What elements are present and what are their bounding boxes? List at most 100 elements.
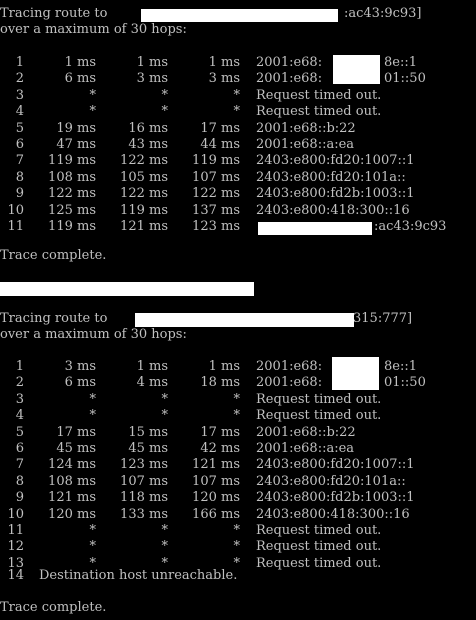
rtt-3: 107 ms [192,169,240,185]
hop-address: 2001:e68::b:22 [256,424,356,440]
hop-address: Request timed out. [256,87,382,103]
hop-address: 2001:e68: [256,55,323,70]
hop-address: 2403:e800:fd20:101a:: [256,169,406,185]
hop-number: 11 [7,219,24,234]
rtt-3: 44 ms [200,137,240,152]
hop-address: Request timed out. [256,555,382,571]
rtt-1: 121 ms [48,490,96,506]
hop-number: 5 [15,424,24,440]
rtt-1: 17 ms [56,424,96,440]
hop-number: 1 [15,359,24,374]
rtt-2: 16 ms [128,120,168,136]
rtt-2: 45 ms [128,441,168,456]
rtt-3: 120 ms [192,490,240,506]
rtt-1: 119 ms [48,153,96,169]
rtt-3: 18 ms [200,375,240,391]
rtt-1: 120 ms [48,506,96,522]
hop-number: 9 [15,186,24,202]
rtt-1: 124 ms [48,457,96,473]
hop-number: 10 [7,506,24,522]
rtt-3: 121 ms [192,457,240,473]
hop-address: 2001:e68::a:ea [256,441,355,456]
rtt-2: * [161,87,169,103]
rtt-1: 125 ms [48,202,96,218]
rtt-1: 6 ms [64,375,96,391]
rtt-3: 3 ms [208,71,240,87]
hop-address-tail: 01::50 [384,375,426,391]
rtt-2: 107 ms [120,473,168,489]
trace2-header-prefix: Tracing route to [0,311,108,326]
rtt-3: * [233,104,241,120]
rtt-2: * [161,523,169,538]
hop-number: 3 [15,391,24,407]
rtt-2: 1 ms [136,359,168,374]
hop-address-tail: 8e::1 [384,55,417,70]
rtt-1: * [89,523,97,538]
rtt-1: 108 ms [48,473,96,489]
rtt-2: 15 ms [128,424,168,440]
rtt-1: * [89,391,97,407]
hop-number: 2 [15,71,24,87]
hop-number: 6 [15,441,24,456]
trace2-complete: Trace complete. [0,600,107,615]
hop-address: 2403:e800:fd20:101a:: [256,473,406,489]
rtt-2: 118 ms [120,490,168,506]
rtt-1: 122 ms [48,186,96,202]
rtt-1: * [89,87,97,103]
hop-address: 2403:e800:fd20:1007::1 [256,153,415,169]
rtt-3: * [233,523,241,538]
rtt-3: 137 ms [192,202,240,218]
hop-number: 5 [15,120,24,136]
hop-address-tail: :ac43:9c93 [374,219,447,234]
hop-address-tail: 01::50 [384,71,426,87]
hop-number: 4 [15,104,24,120]
rtt-2: 121 ms [120,219,168,234]
hop-address: 2403:e800:418:300::16 [256,506,410,522]
redacted-hop-address [333,55,380,84]
hop-address: 2001:e68: [256,359,323,374]
rtt-1: 119 ms [48,219,96,234]
rtt-1: 6 ms [64,71,96,87]
rtt-1: 3 ms [64,359,96,374]
trace1-max-hops: over a maximum of 30 hops: [0,22,187,37]
hop-address: Request timed out. [256,391,382,407]
redacted-target-address [135,313,354,327]
hop-address: 2403:e800:fd20:1007::1 [256,457,415,473]
rtt-2: 3 ms [136,71,168,87]
rtt-1: 19 ms [56,120,96,136]
rtt-2: * [161,391,169,407]
hop-number: 1 [15,55,24,70]
trace1-header-prefix: Tracing route to [0,6,108,21]
hop-address: 2001:e68::b:22 [256,120,356,136]
rtt-1: * [89,408,97,424]
hop-number: 14 [7,568,24,583]
hop-address: 2001:e68::a:ea [256,137,355,152]
rtt-2: 4 ms [136,375,168,391]
hop-address: Request timed out. [256,523,382,538]
hop-address: Request timed out. [256,104,382,120]
trace2-max-hops: over a maximum of 30 hops: [0,327,187,342]
rtt-3: * [233,391,241,407]
rtt-1: 108 ms [48,169,96,185]
hop-address: 2001:e68: [256,375,323,391]
rtt-2: 1 ms [136,55,168,70]
redacted-destination-address [258,222,372,235]
trace1-header: Tracing route to :ac43:9c93] [0,6,422,22]
rtt-3: 42 ms [200,441,240,456]
hop-number: 4 [15,408,24,424]
redacted-hop-address [332,357,379,390]
hop-number: 3 [15,87,24,103]
hop-address: 2403:e800:418:300::16 [256,202,410,218]
rtt-1: * [89,104,97,120]
hop-number: 8 [15,473,24,489]
hop-number: 11 [7,523,24,538]
hop-number: 8 [15,169,24,185]
rtt-2: * [161,539,169,555]
hop-address: 2403:e800:fd2b:1003::1 [256,186,415,202]
hop-number: 12 [7,539,24,555]
hop-number: 2 [15,375,24,391]
rtt-2: 123 ms [120,457,168,473]
console-window[interactable]: { "colors": { "background": "#000000", "… [0,0,476,620]
rtt-2: * [161,408,169,424]
trace2-header: Tracing route to 315:777] [0,311,412,327]
